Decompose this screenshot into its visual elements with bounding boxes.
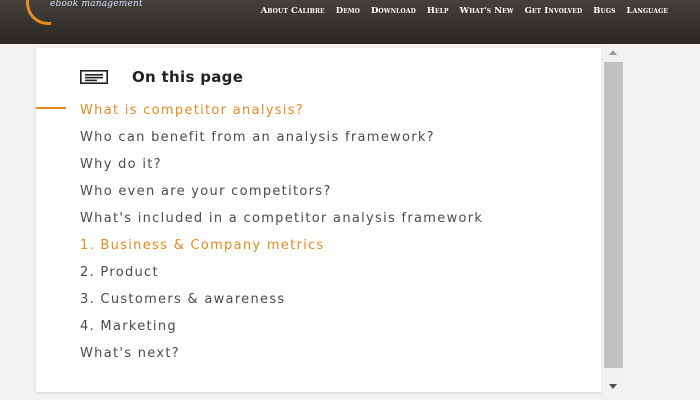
toc-link-why-do-it[interactable]: Why do it? (80, 158, 550, 171)
scroll-up-arrow-icon[interactable] (609, 50, 617, 55)
nav-download[interactable]: Download (371, 6, 416, 16)
scroll-down-arrow-icon[interactable] (609, 384, 617, 389)
nav-bugs[interactable]: Bugs (593, 6, 615, 16)
toc-link-what-is-competitor-analysis[interactable]: What is competitor analysis? (80, 104, 550, 117)
toc-link-whats-next[interactable]: What's next? (80, 347, 550, 360)
list-icon (80, 70, 108, 84)
nav-language[interactable]: Language (627, 6, 668, 16)
toc-title: On this page (132, 68, 244, 86)
logo-tagline: ebook management (50, 0, 143, 9)
site-header: ebook management About Calibre Demo Down… (0, 0, 700, 44)
nav-demo[interactable]: Demo (336, 6, 360, 16)
active-item-marker (36, 107, 66, 109)
toc-link-business-metrics[interactable]: 1. Business & Company metrics (80, 239, 550, 252)
toc-header: On this page (80, 68, 243, 86)
nav-about-calibre[interactable]: About Calibre (261, 6, 325, 16)
toc-link-who-are-competitors[interactable]: Who even are your competitors? (80, 185, 550, 198)
logo-swoosh-icon (26, 0, 51, 25)
toc-panel: On this page What is competitor analysis… (36, 48, 601, 392)
nav-whats-new[interactable]: What's New (460, 6, 514, 16)
toc-link-who-can-benefit[interactable]: Who can benefit from an analysis framewo… (80, 131, 550, 144)
toc-link-marketing[interactable]: 4. Marketing (80, 320, 550, 333)
toc-list: What is competitor analysis? Who can ben… (80, 104, 550, 360)
toc-link-product[interactable]: 2. Product (80, 266, 550, 279)
toc-link-customers-awareness[interactable]: 3. Customers & awareness (80, 293, 550, 306)
scrollbar-thumb[interactable] (604, 62, 623, 368)
main-nav: About Calibre Demo Download Help What's … (261, 6, 668, 16)
toc-link-whats-included[interactable]: What's included in a competitor analysis… (80, 212, 550, 225)
nav-get-involved[interactable]: Get Involved (525, 6, 583, 16)
nav-help[interactable]: Help (427, 6, 449, 16)
